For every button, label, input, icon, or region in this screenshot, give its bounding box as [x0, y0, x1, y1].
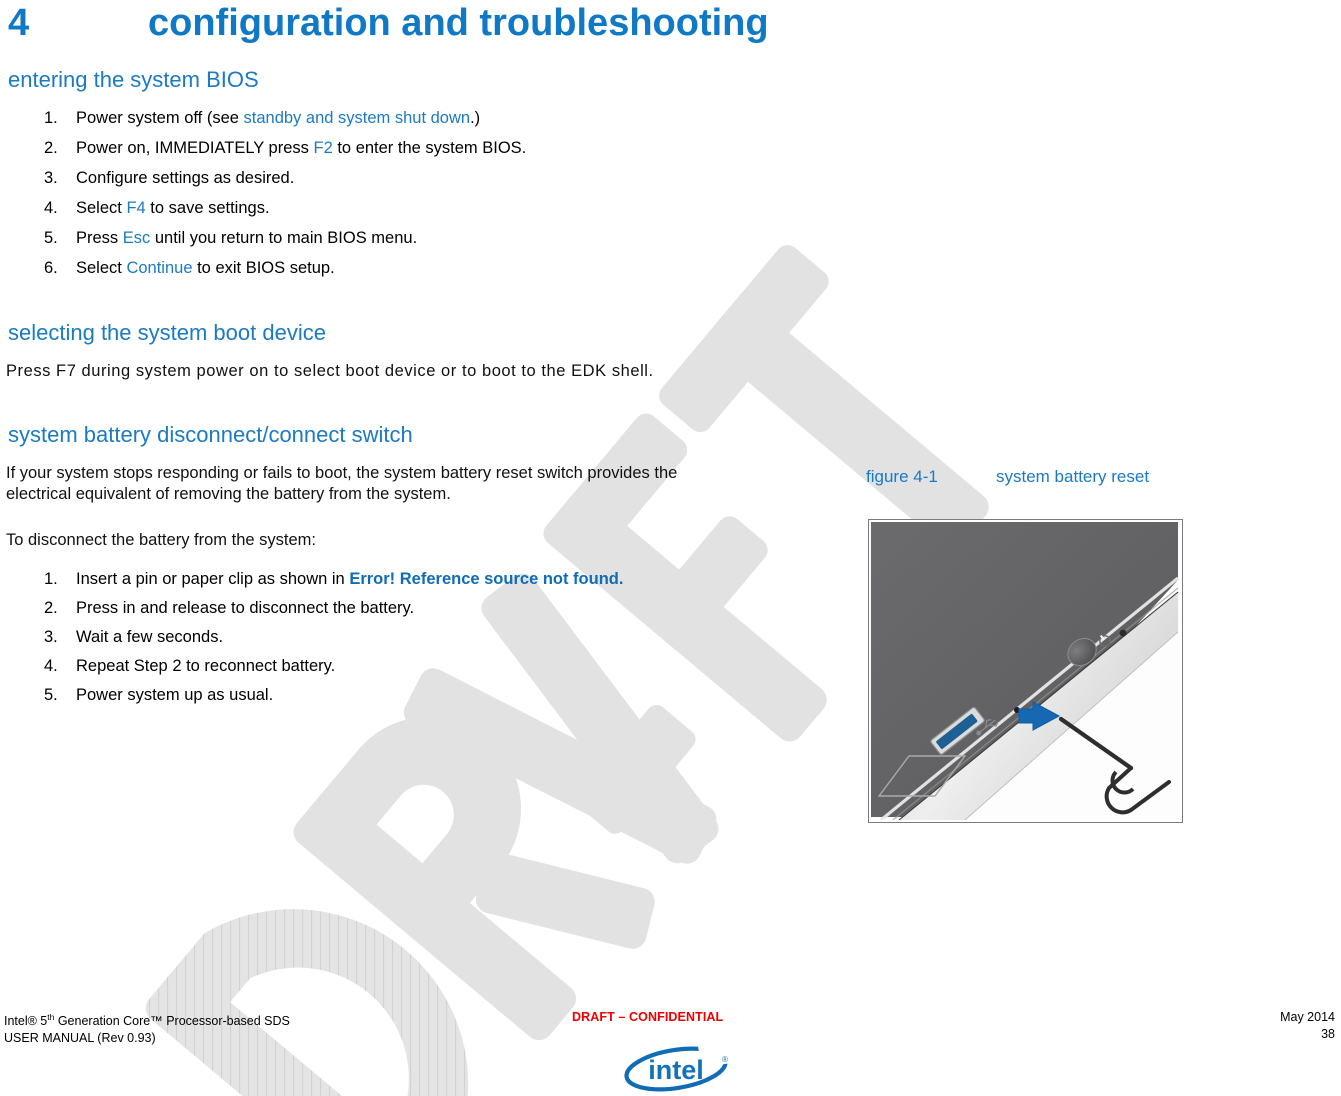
figure-caption: figure 4-1 system battery reset — [866, 466, 1206, 488]
list-item-text-post: to exit BIOS setup. — [192, 259, 335, 277]
list-item-text-pre: Wait a few seconds. — [76, 628, 224, 646]
section-heading-boot-device: selecting the system boot device — [8, 320, 326, 345]
figure-image-system-battery-reset — [868, 519, 1183, 823]
list-item: 5. Press Esc until you return to main BIO… — [0, 228, 720, 249]
list-item-number: 3. — [44, 169, 58, 187]
list-item-text-pre: Repeat Step 2 to reconnect battery. — [76, 657, 336, 675]
key-reference-f2[interactable]: F2 — [314, 139, 333, 157]
list-item: 4. Select F4 to save settings. — [0, 198, 720, 219]
list-item-text-pre: Select — [76, 259, 127, 277]
list-item-number: 4. — [44, 657, 58, 675]
list-item-text-pre: Power system up as usual. — [76, 686, 274, 704]
list-item-number: 2. — [44, 139, 58, 157]
section-heading-battery-switch: system battery disconnect/connect switch — [8, 422, 413, 447]
figure-caption-block: figure 4-1 system battery reset — [866, 466, 1206, 488]
list-item: 6. Select Continue to exit BIOS setup. — [0, 258, 720, 279]
list-item: 1. Power system off (see standby and syst… — [0, 108, 720, 129]
key-reference-f4[interactable]: F4 — [126, 199, 145, 217]
list-item-text-post: until you return to main BIOS menu. — [150, 229, 418, 247]
list-item-number: 6. — [44, 259, 58, 277]
list-item: 4. Repeat Step 2 to reconnect battery. — [0, 656, 700, 677]
list-item-number: 4. — [44, 199, 58, 217]
list-item-text-post: to save settings. — [145, 199, 270, 217]
page-title: 4 configuration and troubleshooting — [8, 0, 1188, 46]
list-item-text-pre: Configure settings as desired. — [76, 169, 295, 187]
list-item-text-post: .) — [470, 109, 481, 127]
list-item: 5. Power system up as usual. — [0, 685, 700, 706]
list-item-text-pre: Insert a pin or paper clip as shown in — [76, 570, 350, 588]
menu-reference-continue[interactable]: Continue — [126, 259, 192, 277]
boot-device-paragraph: Press F7 during system power on to selec… — [6, 362, 654, 380]
list-item: 1. Insert a pin or paper clip as shown in… — [0, 569, 700, 590]
list-item-text-pre: Power system off (see — [76, 109, 244, 127]
list-item-number: 5. — [44, 686, 58, 704]
list-item-text-pre: Select — [76, 199, 127, 217]
list-item-number: 2. — [44, 599, 58, 617]
battery-paragraph-1: If your system stops responding or fails… — [6, 464, 678, 503]
cross-reference-link[interactable]: standby and system shut down — [244, 109, 471, 127]
list-item: 3. Configure settings as desired. — [0, 168, 720, 189]
list-item: 2. Power on, IMMEDIATELY press F2 to ente… — [0, 138, 720, 159]
bios-steps-list: 1. Power system off (see standby and syst… — [0, 108, 720, 288]
figure-label: figure 4-1 — [866, 467, 938, 486]
chapter-title-text: configuration and troubleshooting — [148, 2, 769, 44]
battery-paragraph-2: To disconnect the battery from the syste… — [6, 531, 316, 549]
list-item-number: 3. — [44, 628, 58, 646]
list-item-text-pre: Press — [76, 229, 123, 247]
list-item-number: 1. — [44, 570, 58, 588]
chapter-number: 4 — [8, 2, 30, 44]
list-item-text-pre: Power on, IMMEDIATELY press — [76, 139, 314, 157]
list-item: 2. Press in and release to disconnect the… — [0, 598, 700, 619]
broken-cross-reference[interactable]: Error! Reference source not found. — [349, 570, 623, 588]
figure-caption-text: system battery reset — [996, 467, 1150, 486]
section-heading-entering-bios: entering the system BIOS — [8, 67, 259, 92]
key-reference-esc[interactable]: Esc — [123, 229, 151, 247]
battery-steps-list: 1. Insert a pin or paper clip as shown in… — [0, 569, 700, 714]
list-item: 3. Wait a few seconds. — [0, 627, 700, 648]
list-item-text-pre: Press in and release to disconnect the b… — [76, 599, 415, 617]
list-item-number: 1. — [44, 109, 58, 127]
list-item-number: 5. — [44, 229, 58, 247]
list-item-text-post: to enter the system BIOS. — [332, 139, 527, 157]
